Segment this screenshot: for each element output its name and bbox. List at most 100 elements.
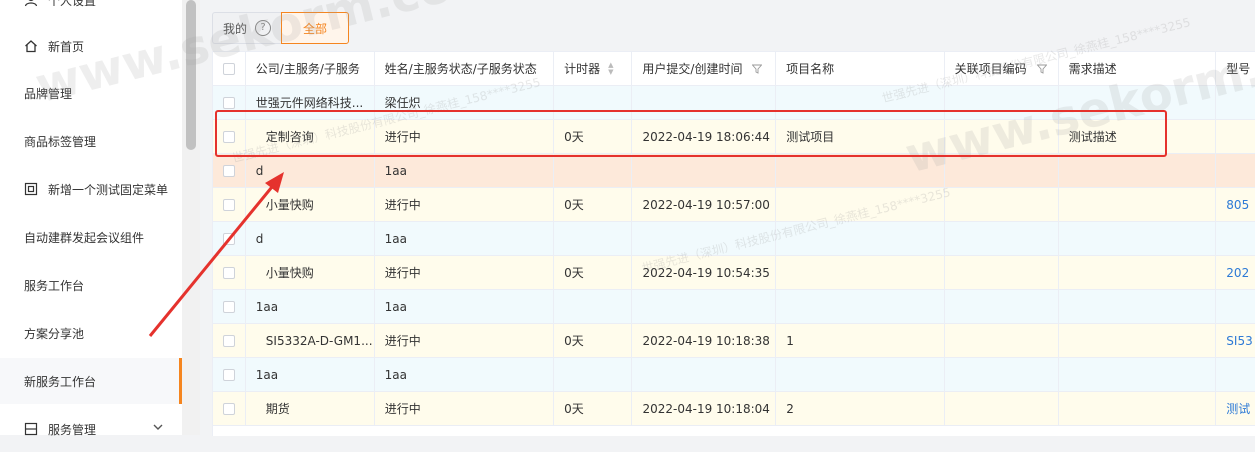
table-header: 公司/主服务/子服务 姓名/主服务状态/子服务状态 计时器 ▲ ▼ 用户提交/创建时… <box>213 52 1255 86</box>
row-checkbox[interactable] <box>223 300 235 313</box>
help-icon[interactable]: ? <box>255 20 272 36</box>
project-cell: 测试项目 <box>786 130 835 144</box>
row-checkbox[interactable] <box>223 198 235 211</box>
sidebar-item-product-tags[interactable]: 商品标签管理 <box>0 118 182 164</box>
tab-mine-label: 我的 <box>223 21 248 36</box>
row-checkbox[interactable] <box>223 232 235 245</box>
service-cell: 期货 <box>265 402 290 416</box>
description-cell: 测试描述 <box>1068 130 1117 144</box>
box-icon <box>24 182 38 196</box>
table-row[interactable]: 小量快购 进行中 0天 2022-04-19 10:57:00 805 <box>213 188 1255 222</box>
sidebar-item-test-menu[interactable]: 新增一个测试固定菜单 <box>0 166 182 212</box>
main-content: 我的 ? 全部 公司/主服务/子服务 姓名/主服务状态/子服务状态 计时器 ▲ ▼ … <box>200 0 1255 436</box>
sidebar-item-label: 品牌管理 <box>24 86 73 101</box>
header-label: 关联项目编码 <box>954 62 1027 76</box>
header-model: 型号 <box>1216 52 1255 86</box>
service-cell: 定制咨询 <box>265 130 314 144</box>
row-checkbox[interactable] <box>223 164 235 177</box>
timer-cell: 0天 <box>564 266 584 280</box>
table-row[interactable]: SI5332A-D-GM1... 进行中 0天 2022-04-19 10:18… <box>213 324 1255 358</box>
name-cell: 1aa <box>384 231 408 246</box>
sidebar-item-personal-settings[interactable]: 个人设置 <box>0 0 182 23</box>
sidebar-scrollbar[interactable] <box>182 0 200 435</box>
company-cell: d <box>255 163 264 178</box>
sort-icon[interactable]: ▲ ▼ <box>608 61 613 76</box>
header-company: 公司/主服务/子服务 <box>245 52 375 86</box>
sidebar-item-brand[interactable]: 品牌管理 <box>0 70 182 116</box>
header-label: 型号 <box>1226 62 1251 76</box>
service-cell: 小量快购 <box>265 266 314 280</box>
tab-all[interactable]: 全部 <box>281 12 350 44</box>
sidebar-item-label: 服务工作台 <box>24 278 85 293</box>
name-cell: 1aa <box>384 299 408 314</box>
sidebar-item-label: 自动建群发起会议组件 <box>24 230 145 245</box>
status-cell: 进行中 <box>384 130 421 144</box>
row-checkbox[interactable] <box>223 130 235 143</box>
row-checkbox[interactable] <box>223 402 235 415</box>
row-checkbox[interactable] <box>223 96 235 109</box>
sidebar-item-label: 商品标签管理 <box>24 134 97 149</box>
table-row[interactable]: 1aa 1aa <box>213 358 1255 392</box>
status-cell: 进行中 <box>384 334 421 348</box>
name-cell: 1aa <box>384 163 408 178</box>
sidebar-item-new-home[interactable]: 新首页 <box>0 23 182 69</box>
time-cell: 2022-04-19 10:18:38 <box>642 333 770 348</box>
sidebar: 个人设置 新首页 品牌管理 商品标签管理 新增一个测试固定菜单 自动建群发起会议… <box>0 0 182 437</box>
table-row[interactable]: 期货 进行中 0天 2022-04-19 10:18:04 2 测试 <box>213 392 1255 426</box>
header-label: 用户提交/创建时间 <box>642 62 743 76</box>
timer-cell: 0天 <box>564 402 584 416</box>
table-row[interactable]: 定制咨询 进行中 0天 2022-04-19 18:06:44 测试项目 测试描… <box>213 120 1255 154</box>
service-cell: SI5332A-D-GM1... <box>265 333 373 348</box>
filter-icon[interactable] <box>1036 64 1047 74</box>
row-checkbox[interactable] <box>223 368 235 381</box>
sidebar-item-service-management[interactable]: 服务管理 <box>0 406 182 452</box>
header-label: 计时器 <box>564 62 601 76</box>
company-cell: 世强元件网络科技... <box>255 96 364 110</box>
time-cell: 2022-04-19 10:18:04 <box>642 401 770 416</box>
filter-icon[interactable] <box>752 64 763 74</box>
table-row[interactable]: d 1aa <box>213 154 1255 188</box>
tab-all-label: 全部 <box>303 21 328 36</box>
user-icon <box>24 0 38 7</box>
select-all-checkbox[interactable] <box>223 62 235 75</box>
row-checkbox[interactable] <box>223 334 235 347</box>
table-row[interactable]: 1aa 1aa <box>213 290 1255 324</box>
name-cell: 梁任炽 <box>384 96 421 110</box>
timer-cell: 0天 <box>564 334 584 348</box>
header-label: 公司/主服务/子服务 <box>255 62 360 76</box>
chevron-down-icon[interactable] <box>152 421 164 436</box>
project-cell: 2 <box>786 401 794 416</box>
sidebar-item-label: 个人设置 <box>48 0 97 8</box>
table-row[interactable]: d 1aa <box>213 222 1255 256</box>
scrollbar-thumb[interactable] <box>186 0 196 150</box>
header-timer[interactable]: 计时器 ▲ ▼ <box>554 52 633 86</box>
status-cell: 进行中 <box>384 402 421 416</box>
timer-cell: 0天 <box>564 198 584 212</box>
header-label: 项目名称 <box>786 62 835 76</box>
sidebar-item-solution-pool[interactable]: 方案分享池 <box>0 310 182 356</box>
table-row[interactable]: 小量快购 进行中 0天 2022-04-19 10:54:35 202 <box>213 256 1255 290</box>
model-link[interactable]: 202 <box>1226 266 1249 280</box>
home-icon <box>24 39 38 53</box>
time-cell: 2022-04-19 10:57:00 <box>642 197 770 212</box>
row-checkbox[interactable] <box>223 266 235 279</box>
tab-mine[interactable]: 我的 ? <box>212 12 282 44</box>
grid-icon <box>24 422 38 436</box>
table-row[interactable]: 世强元件网络科技... 梁任炽 <box>213 86 1255 120</box>
header-project-name: 项目名称 <box>776 52 945 86</box>
scope-tabs: 我的 ? 全部 <box>212 12 350 44</box>
model-link[interactable]: 测试 <box>1226 400 1250 417</box>
sidebar-item-new-service-workbench[interactable]: 新服务工作台 <box>0 358 182 404</box>
service-cell: 小量快购 <box>265 198 314 212</box>
model-link[interactable]: SI53 <box>1226 334 1252 348</box>
model-link[interactable]: 805 <box>1226 198 1249 212</box>
sidebar-item-service-workbench[interactable]: 服务工作台 <box>0 262 182 308</box>
sidebar-item-meeting-component[interactable]: 自动建群发起会议组件 <box>0 214 182 260</box>
status-cell: 进行中 <box>384 198 421 212</box>
sidebar-item-label: 新增一个测试固定菜单 <box>48 182 169 197</box>
project-cell: 1 <box>786 333 794 348</box>
company-cell: 1aa <box>255 299 279 314</box>
name-cell: 1aa <box>384 367 408 382</box>
header-name-status: 姓名/主服务状态/子服务状态 <box>374 52 555 86</box>
sidebar-item-label: 新服务工作台 <box>24 374 97 389</box>
